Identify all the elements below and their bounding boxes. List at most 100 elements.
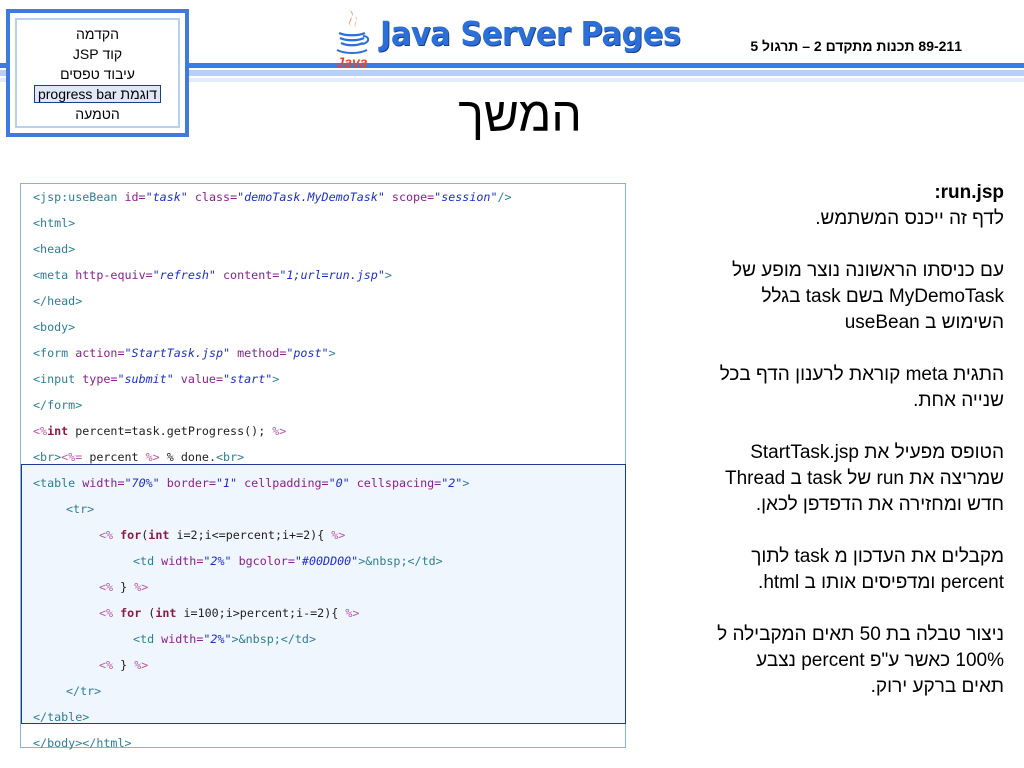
code-token: class= [187, 190, 238, 204]
code-line: <jsp:useBean id="task" class="demoTask.M… [21, 184, 625, 210]
code-token: percent [82, 450, 146, 464]
code-token: "StartTask.jsp" [124, 346, 231, 360]
code-token: "submit" [117, 372, 174, 386]
code-token: <input [33, 372, 83, 386]
description-line: התגית meta קוראת לרענון הדף בכל [719, 364, 1004, 385]
code-line: </body></html> [21, 730, 625, 756]
code-token: "session" [434, 190, 498, 204]
code-token: scope= [384, 190, 435, 204]
code-token: "0" [328, 476, 350, 490]
code-token: <% [99, 580, 114, 594]
code-token: width= [161, 632, 204, 646]
nav-item-3[interactable]: דוגמת progress bar [33, 85, 162, 103]
description-paragraph: ניצור טבלה בת 50 תאים המקבילה ל 100% כאשר… [640, 622, 1004, 700]
code-token: action= [75, 346, 125, 360]
code-token: <jsp:useBean [33, 190, 125, 204]
description-panel: run.jsp: לדף זה ייכנס המשתמש. עם כניסתו ה… [640, 180, 1004, 726]
code-token: </form> [33, 398, 83, 412]
code-token: %> [331, 528, 346, 542]
nav-item-4[interactable]: הטמעה [75, 106, 120, 122]
code-token: <% [99, 658, 114, 672]
code-token: > [328, 346, 336, 360]
code-token: "refresh" [152, 268, 216, 282]
code-listing: <jsp:useBean id="task" class="demoTask.M… [20, 183, 626, 750]
code-token: > [272, 372, 280, 386]
code-line: <tr> [21, 496, 625, 522]
description-line: ניצור טבלה בת 50 תאים המקבילה ל [717, 624, 1004, 645]
code-line: <% } %> [21, 574, 625, 600]
code-token: <table [33, 476, 83, 490]
description-line: מקבלים את העדכון מ task לתוך [751, 546, 1004, 567]
description-line: עם כניסתו הראשונה נוצר מופע של [732, 260, 1004, 281]
code-token: <head> [33, 242, 76, 256]
code-token: int [148, 528, 170, 542]
code-token: id= [124, 190, 146, 204]
code-token: "post" [286, 346, 329, 360]
description-line: תאים ברקע ירוק. [870, 676, 1004, 697]
nav-row: קוד JSP [17, 44, 178, 64]
code-token: "task" [145, 190, 188, 204]
code-token: width= [82, 476, 125, 490]
code-line: </table> [21, 704, 625, 730]
code-line: <br><%= percent %> % done.<br> [21, 444, 625, 470]
code-token: value= [173, 372, 224, 386]
code-token: </body></html> [33, 736, 132, 750]
code-token: <form [33, 346, 76, 360]
description-line: 100% כאשר ע"פ percent נצבע [756, 650, 1004, 671]
description-line: חדש ומחזירה את הדפדפן לכאן. [755, 494, 1004, 515]
code-token: </tr> [66, 684, 102, 698]
code-token: <meta [33, 268, 76, 282]
code-token: percent=task.getProgress(); [68, 424, 273, 438]
code-token: <%= [61, 450, 83, 464]
code-token: width= [161, 554, 204, 568]
code-line: <%int percent=task.getProgress(); %> [21, 418, 625, 444]
code-token: <% [99, 606, 114, 620]
code-token: cellspacing= [349, 476, 442, 490]
code-token: for [120, 528, 142, 542]
section-nav-inner: הקדמה קוד JSP עיבוד טפסים דוגמת progress ba… [15, 18, 180, 128]
code-line: <table width="70%" border="1" cellpaddin… [21, 470, 625, 496]
description-line: MyDemoTask בשם task בגלל [761, 286, 1005, 307]
code-token: method= [230, 346, 287, 360]
code-token: >&nbsp;</td> [231, 632, 316, 646]
code-line: <meta http-equiv="refresh" content="1;ur… [21, 262, 625, 288]
code-line: <% for(int i=2;i<=percent;i+=2){ %> [21, 522, 625, 548]
code-token: "start" [223, 372, 273, 386]
code-line: </form> [21, 392, 625, 418]
code-token: i=100;i>percent;i-=2){ [176, 606, 346, 620]
code-token: >&nbsp;</td> [358, 554, 443, 568]
nav-item-2[interactable]: עיבוד טפסים [60, 66, 135, 82]
nav-row: עיבוד טפסים [17, 64, 178, 84]
code-token: "#00DD00" [294, 554, 359, 568]
java-logo-icon: Java [336, 10, 370, 70]
code-token: <% [33, 424, 48, 438]
nav-row: הטמעה [17, 104, 178, 124]
description-line: לדף זה ייכנס המשתמש. [815, 208, 1004, 229]
code-token: border= [159, 476, 216, 490]
code-line: <td width="2%">&nbsp;</td> [21, 626, 625, 652]
code-token: %> [134, 580, 149, 594]
nav-item-0[interactable]: הקדמה [76, 26, 119, 42]
code-token: % done. [159, 450, 216, 464]
code-token: "1;url=run.jsp" [279, 268, 385, 282]
description-paragraph: עם כניסתו הראשונה נוצר מופע של MyDemoTask… [640, 258, 1004, 336]
code-token: > [462, 476, 470, 490]
code-token: "70%" [124, 476, 160, 490]
code-token: <body> [33, 320, 76, 334]
code-line: </head> [21, 288, 625, 314]
section-nav-list: הקדמה קוד JSP עיבוד טפסים דוגמת progress ba… [17, 24, 178, 124]
code-token: bgcolor= [231, 554, 295, 568]
description-line: שמריצה את run של task ב Thread [725, 468, 1004, 489]
code-token: "demoTask.MyDemoTask" [237, 190, 385, 204]
nav-row: דוגמת progress bar [17, 84, 178, 104]
nav-item-1[interactable]: קוד JSP [73, 46, 122, 62]
description-line: הטופס מפעיל את StartTask.jsp [750, 442, 1004, 463]
description-line: שנייה אחת. [913, 390, 1004, 411]
code-token: </table> [33, 710, 90, 724]
description-paragraph: התגית meta קוראת לרענון הדף בכל שנייה אחת… [640, 362, 1004, 414]
code-line: <input type="submit" value="start"> [21, 366, 625, 392]
code-token: } [113, 580, 135, 594]
code-line: <td width="2%" bgcolor="#00DD00">&nbsp;<… [21, 548, 625, 574]
code-token: %> [145, 450, 160, 464]
code-line: </tr> [21, 678, 625, 704]
